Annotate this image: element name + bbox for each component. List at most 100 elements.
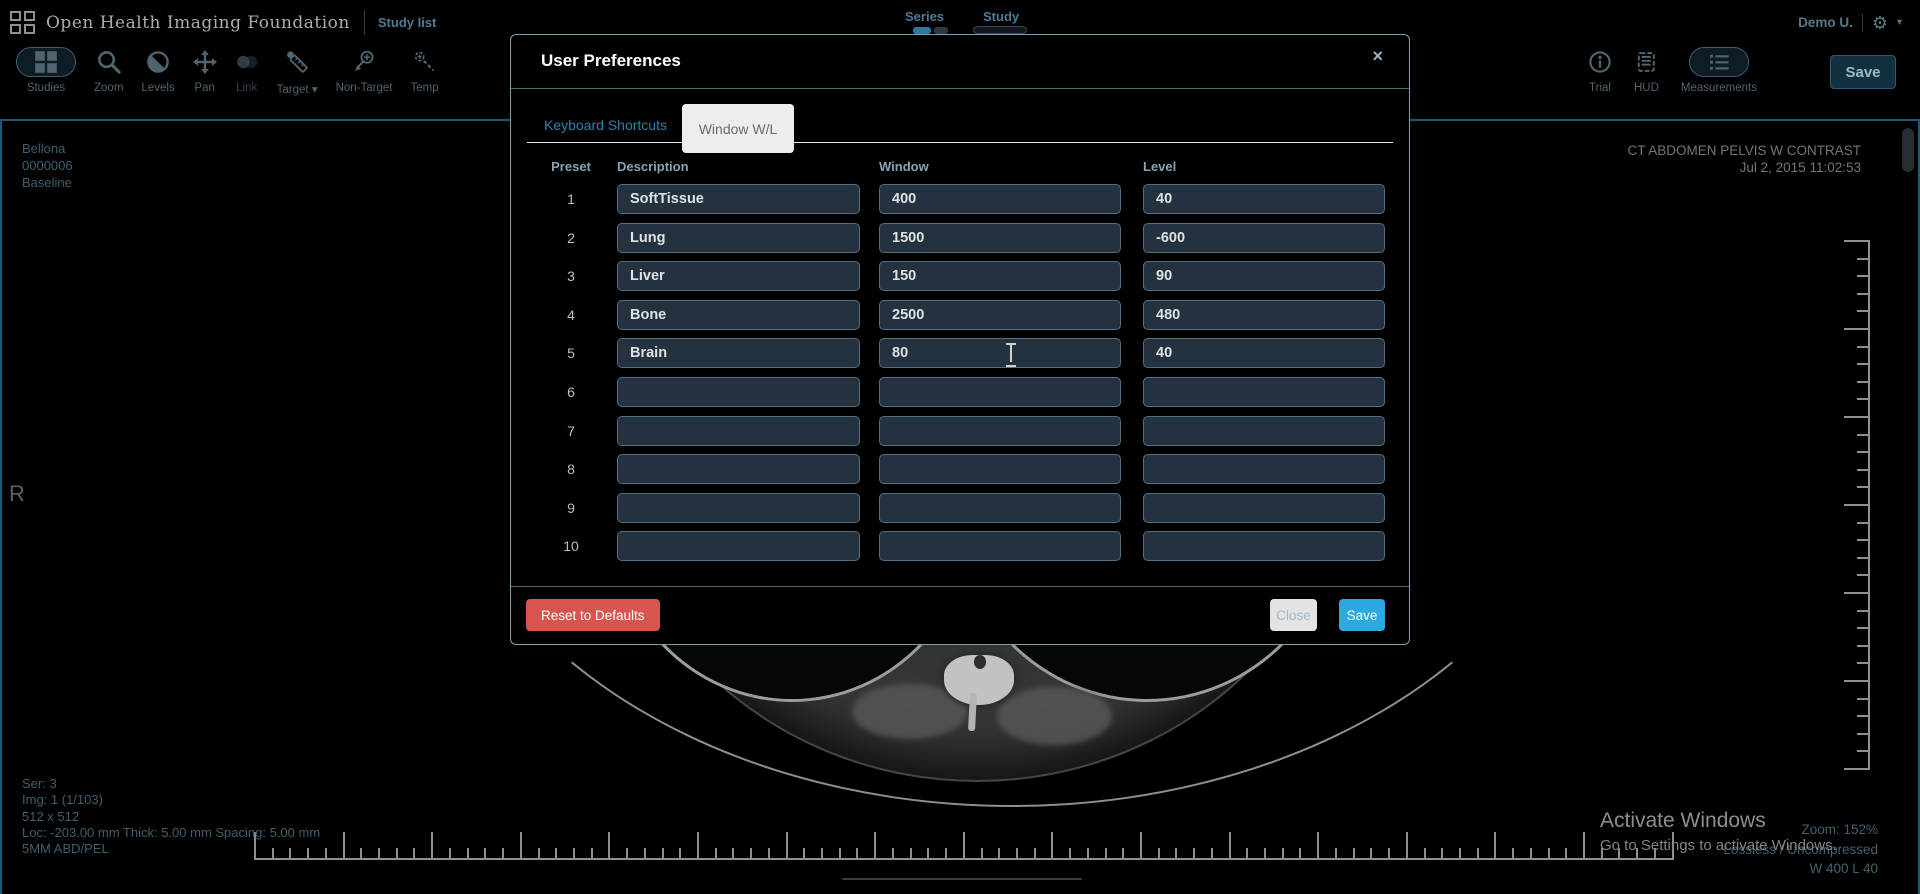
- description-input[interactable]: [617, 377, 860, 407]
- chevron-down-icon[interactable]: ▾: [1897, 17, 1902, 28]
- reset-to-defaults-button[interactable]: Reset to Defaults: [526, 599, 660, 631]
- toolbar-save-button[interactable]: Save: [1830, 55, 1896, 89]
- description-input[interactable]: [617, 531, 860, 561]
- toolbar-button-label: Studies: [27, 82, 65, 94]
- level-input[interactable]: [1143, 184, 1385, 214]
- description-input[interactable]: [617, 338, 860, 368]
- toolbar-button-label: Pan: [194, 82, 214, 94]
- non-target-icon: [352, 47, 376, 77]
- toolbar-button-label: Non-Target: [336, 82, 393, 94]
- column-header-description: Description: [617, 159, 689, 174]
- preset-number: 3: [541, 261, 601, 291]
- series-toggle-off[interactable]: [934, 27, 948, 34]
- close-icon[interactable]: ×: [1372, 46, 1383, 67]
- vertical-ruler: [1844, 240, 1870, 770]
- window-input[interactable]: [879, 531, 1121, 561]
- gear-icon[interactable]: ⚙: [1872, 14, 1888, 32]
- toolbar-button-label: Measurements: [1681, 82, 1757, 94]
- toolbar-trial-button[interactable]: Trial: [1588, 47, 1612, 94]
- description-input[interactable]: [617, 416, 860, 446]
- level-input[interactable]: [1143, 223, 1385, 253]
- toolbar-measurements-button[interactable]: Measurements: [1681, 47, 1757, 94]
- preset-number: 2: [541, 223, 601, 253]
- window-input[interactable]: [879, 223, 1121, 253]
- level-input[interactable]: [1143, 531, 1385, 561]
- column-header-window: Window: [879, 159, 929, 174]
- dialog-header: User Preferences ×: [511, 35, 1409, 89]
- toolbar-link-button[interactable]: Link: [235, 47, 259, 96]
- dialog-title: User Preferences: [541, 51, 681, 71]
- level-input[interactable]: [1143, 493, 1385, 523]
- window-input[interactable]: [879, 454, 1121, 484]
- temp-icon: [413, 47, 437, 77]
- window-input[interactable]: [879, 377, 1121, 407]
- description-input[interactable]: [617, 493, 860, 523]
- toolbar-target-button[interactable]: Target ▾: [277, 47, 318, 96]
- grid-icon: [16, 47, 76, 77]
- level-input[interactable]: [1143, 377, 1385, 407]
- level-input[interactable]: [1143, 300, 1385, 330]
- window-input[interactable]: [879, 338, 1121, 368]
- toolbar-button-label: Temp: [410, 82, 438, 94]
- series-toggle-on[interactable]: [913, 27, 931, 34]
- window-input[interactable]: [879, 184, 1121, 214]
- tab-keyboard-shortcuts[interactable]: Keyboard Shortcuts: [544, 117, 667, 133]
- overlay-series-info: Ser: 3Img: 1 (1/103)512 x 512Loc: -203.0…: [22, 776, 320, 857]
- divider: [364, 10, 365, 35]
- level-input[interactable]: [1143, 338, 1385, 368]
- orientation-marker: R: [9, 481, 25, 507]
- app-root: Bellona0000006Baseline CT ABDOMEN PELVIS…: [0, 0, 1920, 894]
- preset-row: 5: [511, 338, 1409, 368]
- window-input[interactable]: [879, 261, 1121, 291]
- study-list-link[interactable]: Study list: [378, 15, 437, 30]
- target-icon: [285, 47, 309, 77]
- series-panel-label: Series: [905, 9, 944, 24]
- preset-row: 1: [511, 184, 1409, 214]
- toolbar-pan-button[interactable]: Pan: [193, 47, 217, 96]
- level-input[interactable]: [1143, 454, 1385, 484]
- toolbar-button-label: Trial: [1589, 82, 1611, 94]
- study-toggle[interactable]: [973, 26, 1027, 34]
- study-panel-label: Study: [983, 9, 1019, 24]
- save-button[interactable]: Save: [1339, 599, 1385, 631]
- toolbar-non-target-button[interactable]: Non-Target: [336, 47, 393, 96]
- description-input[interactable]: [617, 184, 860, 214]
- activate-windows-subtext: Go to Settings to activate Windows.: [1600, 837, 1837, 854]
- toolbar-temp-button[interactable]: Temp: [410, 47, 438, 96]
- ohif-logo-icon[interactable]: [10, 11, 35, 34]
- description-input[interactable]: [617, 454, 860, 484]
- horizontal-ruler: [254, 834, 1674, 860]
- user-menu-label[interactable]: Demo U.: [1798, 15, 1853, 30]
- window-input[interactable]: [879, 493, 1121, 523]
- window-input[interactable]: [879, 416, 1121, 446]
- ct-table-line-2: [842, 878, 1082, 880]
- tab-window-wl[interactable]: Window W/L: [682, 104, 794, 153]
- toolbar-button-label: Levels: [141, 82, 174, 94]
- column-header-preset: Preset: [541, 159, 601, 174]
- level-input[interactable]: [1143, 261, 1385, 291]
- preset-row: 10: [511, 531, 1409, 561]
- toolbar-zoom-button[interactable]: Zoom: [94, 47, 123, 96]
- toolbar-studies-button[interactable]: Studies: [16, 47, 76, 96]
- preset-number: 5: [541, 338, 601, 368]
- link-icon: [235, 47, 259, 77]
- toolbar-levels-button[interactable]: Levels: [141, 47, 174, 96]
- window-input[interactable]: [879, 300, 1121, 330]
- toolbar-button-label: HUD: [1634, 82, 1659, 94]
- pan-icon: [193, 47, 217, 77]
- column-header-level: Level: [1143, 159, 1176, 174]
- stack-scrollbar[interactable]: [1902, 128, 1914, 172]
- preset-number: 10: [541, 531, 601, 561]
- description-input[interactable]: [617, 261, 860, 291]
- description-input[interactable]: [617, 300, 860, 330]
- toolbar-hud-button[interactable]: HUD: [1634, 47, 1659, 94]
- tab-underline: [527, 142, 1393, 143]
- user-preferences-dialog: User Preferences × Keyboard Shortcuts Wi…: [510, 34, 1410, 645]
- description-input[interactable]: [617, 223, 860, 253]
- toolbar-button-label: Zoom: [94, 82, 123, 94]
- close-button[interactable]: Close: [1270, 599, 1317, 631]
- preset-number: 8: [541, 454, 601, 484]
- toolbar-button-label: Link: [236, 82, 257, 94]
- preset-row: 9: [511, 493, 1409, 523]
- level-input[interactable]: [1143, 416, 1385, 446]
